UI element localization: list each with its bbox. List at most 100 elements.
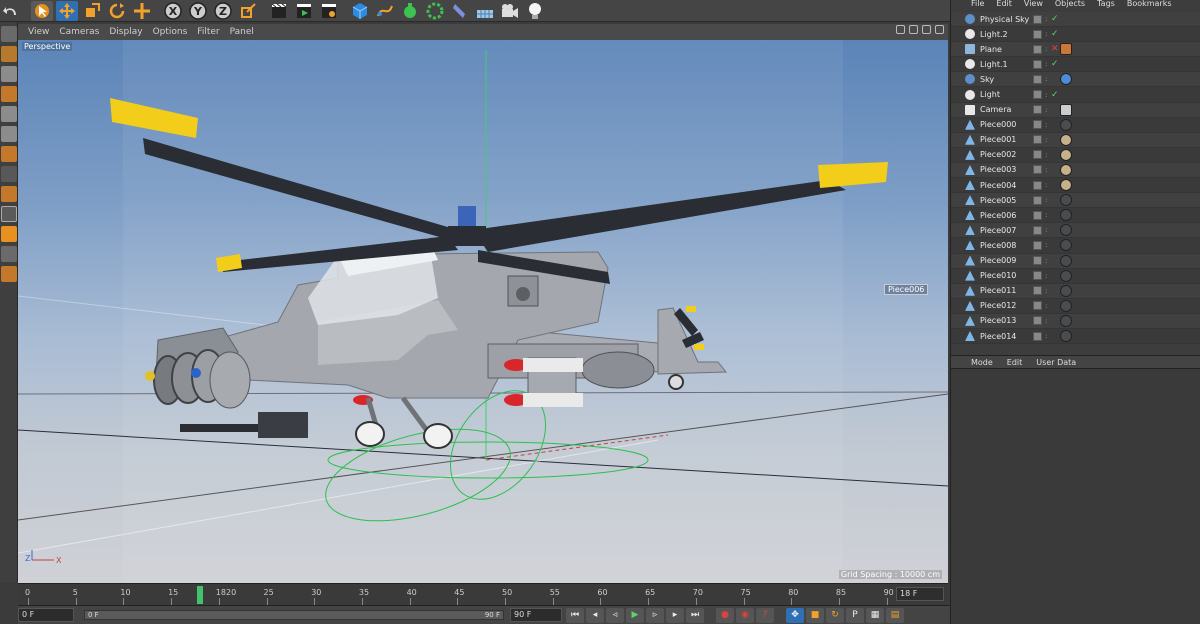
go-to-start-icon[interactable]: ⏮: [566, 607, 584, 623]
tweak-mode-icon[interactable]: [1, 186, 17, 202]
object-row[interactable]: Piece007:: [951, 223, 1200, 239]
object-row[interactable]: Physical Sky: ✓: [951, 12, 1200, 28]
polygons-mode-icon[interactable]: [1, 146, 17, 162]
object-name[interactable]: Piece008: [980, 241, 1016, 250]
move-tool-icon[interactable]: [56, 0, 78, 21]
render-settings-icon[interactable]: [318, 1, 340, 21]
object-name[interactable]: Piece006: [980, 211, 1016, 220]
layer-flag-icon[interactable]: [1033, 331, 1042, 341]
visibility-dots-icon[interactable]: :: [1045, 196, 1047, 204]
viewport-menu-options[interactable]: Options: [153, 27, 188, 37]
viewport-move-icon[interactable]: [896, 25, 905, 34]
key-rotation-icon[interactable]: ↻: [826, 607, 844, 623]
material-tag-icon[interactable]: [1060, 314, 1072, 327]
material-tag-icon[interactable]: [1060, 299, 1072, 312]
object-row[interactable]: Piece010:: [951, 268, 1200, 284]
solo-mode-icon[interactable]: [1, 206, 17, 222]
layer-flag-icon[interactable]: [1033, 301, 1042, 311]
om-menu-view[interactable]: View: [1024, 0, 1043, 10]
live-select-icon[interactable]: [131, 1, 153, 21]
am-menu-edit[interactable]: Edit: [1007, 358, 1023, 367]
viewport-menu-filter[interactable]: Filter: [197, 27, 219, 37]
visibility-dots-icon[interactable]: :: [1045, 136, 1047, 144]
am-menu-mode[interactable]: Mode: [971, 358, 993, 367]
material-tag-icon[interactable]: [1060, 43, 1072, 56]
target-tag-icon[interactable]: [1060, 103, 1072, 116]
play-forward-icon[interactable]: ▶: [626, 607, 644, 623]
rotate-tool-icon[interactable]: [106, 1, 128, 21]
object-row[interactable]: Piece000:: [951, 117, 1200, 133]
material-tag-icon[interactable]: [1060, 330, 1072, 343]
previous-frame-icon[interactable]: ◃: [606, 607, 624, 623]
object-name[interactable]: Light.2: [980, 30, 1008, 39]
object-row[interactable]: Piece004:: [951, 178, 1200, 194]
visibility-dots-icon[interactable]: :: [1045, 317, 1047, 325]
material-tag-icon[interactable]: [1060, 148, 1072, 161]
lock-workplane-icon[interactable]: [1, 266, 17, 282]
layer-flag-icon[interactable]: [1033, 135, 1042, 145]
layer-flag-icon[interactable]: [1033, 74, 1042, 84]
next-frame-icon[interactable]: ▹: [646, 607, 664, 623]
viewport-menu-cameras[interactable]: Cameras: [59, 27, 99, 37]
object-name[interactable]: Piece014: [980, 332, 1016, 341]
axis-y-lock-button[interactable]: Y: [187, 1, 209, 21]
spline-pen-icon[interactable]: [374, 1, 396, 21]
visibility-dots-icon[interactable]: :: [1045, 106, 1047, 114]
visibility-dots-icon[interactable]: :: [1045, 181, 1047, 189]
visibility-dots-icon[interactable]: :: [1045, 60, 1047, 68]
layer-flag-icon[interactable]: [1033, 29, 1042, 39]
timeline-window-icon[interactable]: ▤: [886, 607, 904, 623]
layer-flag-icon[interactable]: [1033, 225, 1042, 235]
object-name[interactable]: Piece010: [980, 271, 1016, 280]
visibility-dots-icon[interactable]: :: [1045, 211, 1047, 219]
layer-flag-icon[interactable]: [1033, 90, 1042, 100]
material-tag-icon[interactable]: [1060, 194, 1072, 207]
layer-flag-icon[interactable]: [1033, 59, 1042, 69]
enabled-check-icon[interactable]: ✓: [1051, 59, 1059, 69]
layer-flag-icon[interactable]: [1033, 256, 1042, 266]
layer-flag-icon[interactable]: [1033, 14, 1042, 24]
material-tag-icon[interactable]: [1060, 118, 1072, 131]
select-tool-icon[interactable]: [31, 0, 53, 21]
visibility-dots-icon[interactable]: :: [1045, 226, 1047, 234]
record-keys-icon[interactable]: ●: [716, 607, 734, 623]
object-name[interactable]: Piece003: [980, 165, 1016, 174]
array-generator-icon[interactable]: [424, 1, 446, 21]
viewport-menu-view[interactable]: View: [28, 27, 49, 37]
axis-z-lock-button[interactable]: Z: [212, 1, 234, 21]
viewport-rotate-icon[interactable]: [922, 25, 931, 34]
visibility-dots-icon[interactable]: :: [1045, 30, 1047, 38]
object-row[interactable]: Piece011:: [951, 283, 1200, 299]
axis-x-lock-button[interactable]: X: [162, 1, 184, 21]
keyframe-selection-icon[interactable]: ?: [756, 607, 774, 623]
workplane-icon[interactable]: [1, 246, 17, 262]
layer-flag-icon[interactable]: [1033, 240, 1042, 250]
object-name[interactable]: Light.1: [980, 60, 1008, 69]
end-frame-field[interactable]: 90 F: [510, 608, 562, 622]
visibility-dots-icon[interactable]: :: [1045, 272, 1047, 280]
layer-flag-icon[interactable]: [1033, 271, 1042, 281]
object-row[interactable]: Piece009:: [951, 253, 1200, 269]
material-tag-icon[interactable]: [1060, 269, 1072, 282]
edges-mode-icon[interactable]: [1, 126, 17, 142]
om-menu-edit[interactable]: Edit: [996, 0, 1012, 10]
visibility-dots-icon[interactable]: :: [1045, 45, 1047, 53]
perspective-viewport[interactable]: Z X Perspective Piece006 Grid Spacing : …: [18, 40, 948, 583]
visibility-dots-icon[interactable]: :: [1045, 75, 1047, 83]
next-key-icon[interactable]: ▸: [666, 607, 684, 623]
timeline-ruler[interactable]: 0 5 10 15 1820 25 30 35 40 45 50 55 60 65 70 75 80 85 90 1…: [18, 583, 948, 606]
am-menu-user-data[interactable]: User Data: [1036, 358, 1076, 367]
object-row[interactable]: Piece008:: [951, 238, 1200, 254]
material-tag-icon[interactable]: [1060, 254, 1072, 267]
timeline-playhead[interactable]: [196, 586, 203, 604]
object-name[interactable]: Piece011: [980, 286, 1016, 295]
object-name[interactable]: Piece002: [980, 150, 1016, 159]
object-name[interactable]: Sky: [980, 75, 994, 84]
object-row[interactable]: Plane: ✕: [951, 42, 1200, 58]
texture-mode-icon[interactable]: [1, 66, 17, 82]
object-row[interactable]: Piece002:: [951, 147, 1200, 163]
current-frame-field[interactable]: 18 F: [896, 587, 944, 601]
make-editable-icon[interactable]: [1, 26, 17, 42]
visibility-dots-icon[interactable]: :: [1045, 15, 1047, 23]
visibility-dots-icon[interactable]: :: [1045, 241, 1047, 249]
